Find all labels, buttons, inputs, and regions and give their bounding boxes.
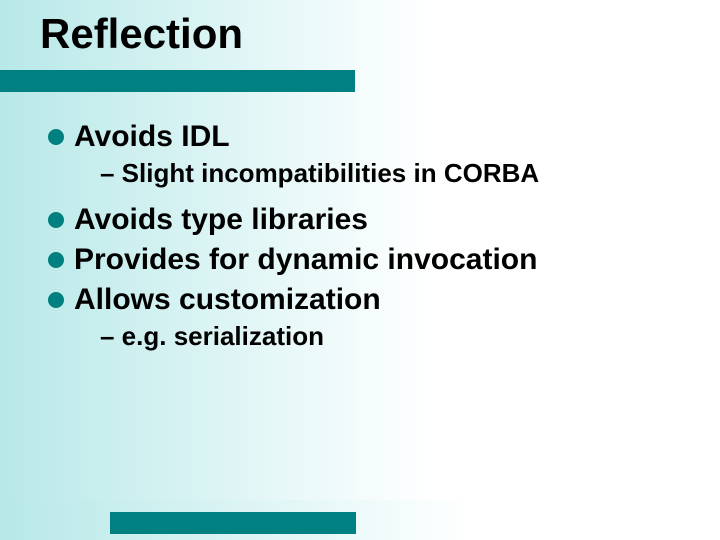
bullet-icon — [48, 252, 64, 268]
bullet-icon — [48, 129, 64, 145]
sub-bullet-text: – Slight incompatibilities in CORBA — [100, 158, 539, 188]
footer-gradient — [0, 500, 720, 540]
bullet-item: Allows customization — [48, 283, 690, 317]
bullet-item: Avoids IDL — [48, 120, 690, 154]
bullet-item: Provides for dynamic invocation — [48, 243, 690, 277]
bullet-text: Provides for dynamic invocation — [74, 243, 537, 277]
bullet-item: Avoids type libraries — [48, 203, 690, 237]
footer-bar — [110, 512, 356, 534]
sub-bullet-item: – Slight incompatibilities in CORBA — [100, 158, 690, 189]
sub-bullet-item: – e.g. serialization — [100, 321, 690, 352]
slide-title: Reflection — [0, 0, 720, 58]
bullet-text: Avoids IDL — [74, 120, 230, 154]
slide-content: Avoids IDL – Slight incompatibilities in… — [48, 120, 690, 366]
bullet-text: Avoids type libraries — [74, 203, 368, 237]
bullet-icon — [48, 212, 64, 228]
title-divider — [0, 70, 355, 92]
sub-bullet-text: – e.g. serialization — [100, 321, 324, 351]
bullet-icon — [48, 292, 64, 308]
bullet-text: Allows customization — [74, 283, 381, 317]
